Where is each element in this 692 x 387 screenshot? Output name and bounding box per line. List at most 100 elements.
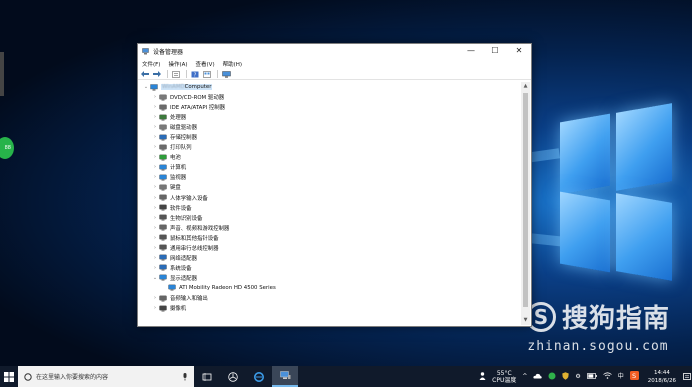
chevron-right-icon[interactable]: › — [151, 164, 159, 170]
forward-button[interactable] — [152, 70, 162, 79]
task-view-button[interactable] — [194, 366, 220, 387]
clock[interactable]: 14:44 2018/6/26 — [642, 369, 682, 385]
tree-category-row[interactable]: › 软件设备 — [139, 203, 521, 213]
action-center-icon[interactable] — [682, 366, 692, 387]
menu-action[interactable]: 操作(A) — [168, 60, 187, 68]
scan-hardware-button[interactable] — [221, 70, 231, 79]
edge-browser-button[interactable] — [246, 366, 272, 387]
cpu-temperature[interactable]: 55°C CPU温度 — [489, 370, 519, 384]
chevron-right-icon[interactable]: › — [151, 215, 159, 221]
chevron-right-icon[interactable]: › — [151, 94, 159, 100]
minimize-button[interactable]: — — [459, 44, 483, 58]
chevron-right-icon[interactable]: › — [151, 124, 159, 130]
action-view-button[interactable] — [202, 70, 212, 79]
system-tray: 55°C CPU温度 ^ ⚙ 中 S 14:44 2018/6/26 — [476, 366, 692, 387]
tree-category-row[interactable]: › 人体学输入设备 — [139, 193, 521, 203]
sogou-ime-icon[interactable]: S — [627, 371, 642, 382]
tree-category-row[interactable]: › IDE ATA/ATAPI 控制器 — [139, 102, 521, 112]
microphone-icon[interactable] — [182, 372, 188, 381]
chevron-up-icon[interactable]: ^ — [519, 373, 530, 380]
task-view-icon — [202, 372, 212, 381]
search-circle-icon — [24, 372, 32, 381]
chevron-right-icon[interactable]: › — [151, 144, 159, 150]
windows-logo-pane — [560, 191, 610, 273]
shield-icon[interactable] — [559, 371, 572, 382]
battery-icon[interactable] — [584, 372, 600, 381]
tree-device-row[interactable]: ATI Mobility Radeon HD 4500 Series — [139, 283, 521, 293]
root-label: WinAMDComputer — [161, 84, 213, 91]
tree-category-row[interactable]: › 存储控制器 — [139, 132, 521, 142]
tree-category-row[interactable]: ⌄ 显示适配器 — [139, 273, 521, 283]
help-button[interactable]: ? — [190, 70, 200, 79]
tree-category-row[interactable]: › 鼠标和其他指针设备 — [139, 233, 521, 243]
chevron-right-icon[interactable]: › — [151, 245, 159, 251]
fan-app-button[interactable] — [220, 366, 246, 387]
ime-indicator[interactable]: 中 — [615, 373, 627, 380]
vertical-scrollbar[interactable]: ▲ ▼ — [521, 82, 530, 325]
taskbar: 在这里输入你要搜索的内容 55°C CPU温度 ^ ⚙ 中 S 14:44 20… — [0, 366, 692, 387]
sogou-watermark: S 搜狗指南 zhinan.sogou.com — [525, 298, 670, 354]
chevron-right-icon[interactable]: › — [151, 195, 159, 201]
back-button[interactable] — [140, 70, 150, 79]
tree-root[interactable]: ⌄ WinAMDComputer — [139, 82, 521, 92]
chevron-right-icon[interactable]: › — [151, 255, 159, 261]
chevron-down-icon[interactable]: ⌄ — [151, 275, 159, 281]
chevron-right-icon[interactable]: › — [151, 184, 159, 190]
taskbar-search-box[interactable]: 在这里输入你要搜索的内容 — [18, 366, 194, 387]
tree-category-row[interactable]: › 打印队列 — [139, 142, 521, 152]
tree-category-row[interactable]: › 键盘 — [139, 182, 521, 192]
chevron-right-icon[interactable]: › — [151, 225, 159, 231]
chevron-right-icon[interactable]: › — [151, 174, 159, 180]
windows-logo-pane — [616, 103, 672, 191]
chevron-right-icon[interactable]: › — [151, 154, 159, 160]
tree-category-row[interactable]: › 监视器 — [139, 172, 521, 182]
chevron-right-icon[interactable]: › — [151, 265, 159, 271]
tree-category-row[interactable]: › 系统设备 — [139, 263, 521, 273]
chevron-right-icon[interactable]: › — [151, 205, 159, 211]
tree-category-label: 电池 — [170, 155, 181, 162]
onedrive-cloud-icon[interactable] — [530, 373, 545, 381]
chevron-right-icon[interactable]: › — [151, 104, 159, 110]
title-bar[interactable]: 设备管理器 — ☐ ✕ — [138, 44, 531, 58]
chevron-right-icon[interactable]: › — [151, 114, 159, 120]
audio-io-icon — [159, 295, 167, 302]
tree-category-label: 打印队列 — [170, 145, 192, 152]
tree-category-row[interactable]: › 音频输入和输出 — [139, 293, 521, 303]
settings-gear-icon[interactable]: ⚙ — [572, 373, 583, 380]
menu-view[interactable]: 查看(V) — [196, 60, 215, 68]
chevron-right-icon[interactable]: › — [151, 295, 159, 301]
tree-category-label: 摄像机 — [170, 306, 187, 313]
green-security-icon[interactable] — [545, 372, 559, 382]
menu-help[interactable]: 帮助(H) — [223, 60, 242, 68]
device-manager-taskbar-button[interactable] — [272, 366, 298, 387]
tree-category-row[interactable]: › 电池 — [139, 152, 521, 162]
tree-category-label: 音频输入和输出 — [170, 296, 208, 302]
menu-file[interactable]: 文件(F) — [142, 60, 160, 68]
tree-category-row[interactable]: › 网络适配器 — [139, 253, 521, 263]
chevron-right-icon[interactable]: › — [151, 134, 159, 140]
tree-category-row[interactable]: › 声音、视频和游戏控制器 — [139, 223, 521, 233]
close-button[interactable]: ✕ — [507, 44, 531, 58]
scrollbar-thumb[interactable] — [523, 93, 528, 307]
wifi-icon[interactable] — [600, 372, 615, 381]
chevron-down-icon[interactable]: ⌄ — [142, 84, 150, 90]
chevron-right-icon[interactable]: › — [151, 305, 159, 311]
tree-category-row[interactable]: › 处理器 — [139, 112, 521, 122]
tree-category-row[interactable]: › 磁盘驱动器 — [139, 122, 521, 132]
tree-category-row[interactable]: › 通用串行总线控制器 — [139, 243, 521, 253]
tree-category-row[interactable]: › DVD/CD-ROM 驱动器 — [139, 92, 521, 102]
usb-icon — [159, 244, 167, 251]
chevron-right-icon[interactable]: › — [151, 235, 159, 241]
tree-category-row[interactable]: › 摄像机 — [139, 303, 521, 313]
scroll-down-icon[interactable]: ▼ — [521, 316, 530, 325]
tree-category-row[interactable]: › 计算机 — [139, 162, 521, 172]
windows-logo-pane — [616, 193, 672, 281]
scroll-up-icon[interactable]: ▲ — [521, 82, 530, 91]
clock-time: 14:44 — [653, 369, 670, 376]
properties-button[interactable] — [171, 70, 181, 79]
maximize-button[interactable]: ☐ — [483, 44, 507, 58]
person-icon[interactable] — [476, 371, 489, 382]
tree-category-row[interactable]: › 生物识别设备 — [139, 213, 521, 223]
floating-green-button[interactable]: 88 — [0, 137, 14, 159]
start-button[interactable] — [0, 366, 18, 387]
